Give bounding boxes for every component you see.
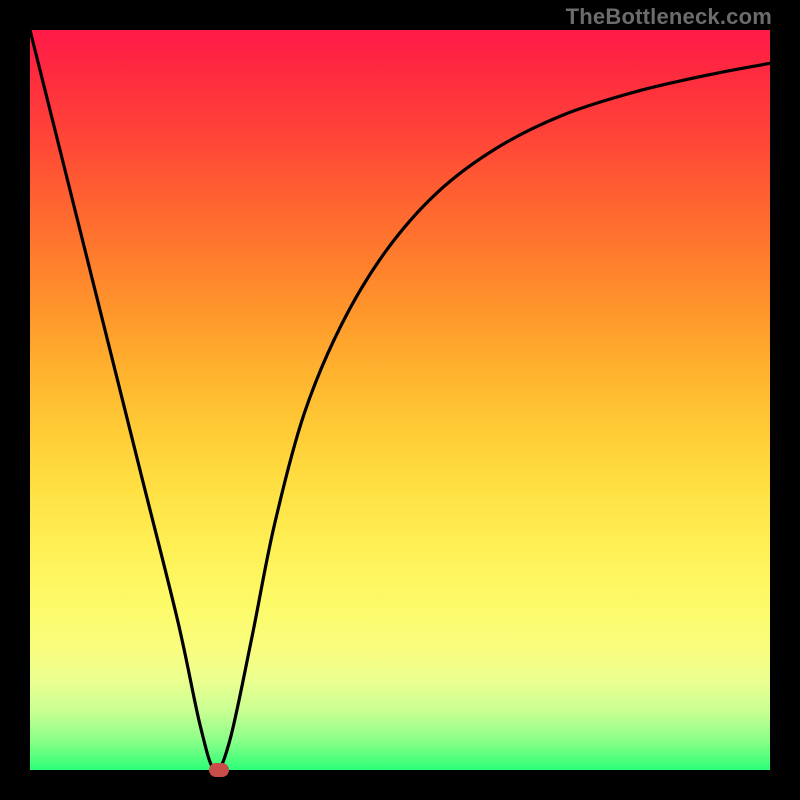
bottleneck-curve — [30, 30, 770, 770]
bottleneck-curve-layer — [30, 30, 770, 770]
optimal-marker — [209, 763, 229, 777]
watermark-text: TheBottleneck.com — [566, 4, 772, 30]
chart-frame: TheBottleneck.com — [0, 0, 800, 800]
plot-area — [30, 30, 770, 770]
